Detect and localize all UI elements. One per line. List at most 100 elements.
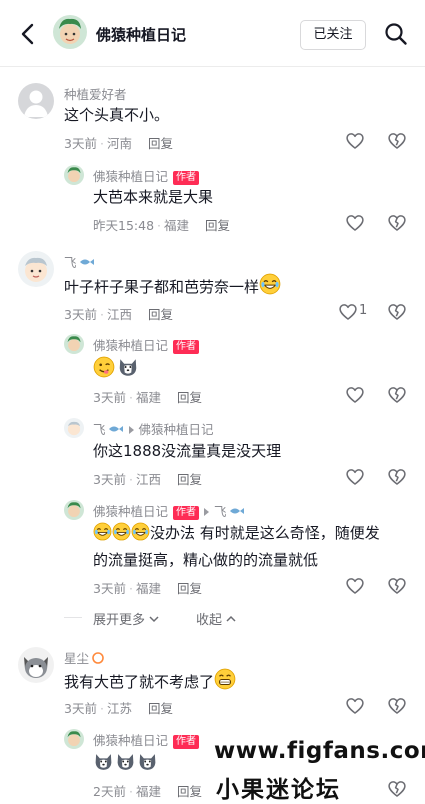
comment-location: 江西: [106, 307, 132, 322]
reply-meta: 3天前 · 江西 回复: [93, 472, 202, 487]
dislike-broken-heart-icon[interactable]: [387, 131, 407, 151]
comment-location: 江苏: [106, 701, 132, 716]
comment-location: 河南: [106, 136, 132, 151]
expand-divider: [64, 617, 82, 618]
reply-location: 福建: [135, 390, 161, 405]
reply-time: 3天前: [93, 581, 126, 596]
like-heart-icon[interactable]: [345, 467, 365, 487]
following-button[interactable]: 已关注: [300, 20, 366, 50]
reply-location: 福建: [164, 218, 190, 233]
reply-username[interactable]: 佛猿种植日记 作者: [93, 730, 200, 749]
reply-meta: 3天前 · 福建 回复: [93, 390, 202, 405]
dislike-broken-heart-icon[interactable]: [387, 385, 407, 405]
laugh-cry-emoji-icon: [93, 522, 112, 541]
grin-emoji-icon: [214, 668, 236, 690]
collapse-button[interactable]: 收起: [196, 609, 237, 628]
reply-text: 你这1888没流量真是没天理: [93, 442, 282, 460]
reply-button[interactable]: 回复: [177, 390, 202, 405]
like-heart-icon[interactable]: [345, 131, 365, 151]
avatar[interactable]: [64, 334, 84, 354]
fish-icon: [229, 508, 244, 514]
reply-text-part-1: 没办法 有时就是这么奇怪，随便发: [150, 524, 380, 542]
reply-username[interactable]: 佛猿种植日记 作者: [93, 335, 200, 354]
reply-time: 3天前: [93, 390, 126, 405]
reply-button[interactable]: 回复: [177, 784, 202, 799]
like-heart-icon[interactable]: [345, 576, 365, 596]
comment-username[interactable]: 星尘: [64, 648, 105, 667]
reply-meta: 3天前 · 福建 回复: [93, 581, 202, 596]
back-arrow-icon[interactable]: [14, 20, 42, 48]
reply-username-text[interactable]: 佛猿种植日记: [93, 169, 168, 184]
dislike-broken-heart-icon[interactable]: [387, 302, 407, 322]
dislike-broken-heart-icon[interactable]: [387, 696, 407, 716]
reply-button[interactable]: 回复: [148, 701, 173, 716]
reply-button[interactable]: 回复: [205, 218, 230, 233]
avatar[interactable]: [18, 83, 54, 119]
expand-more-label[interactable]: 展开更多: [93, 613, 145, 628]
like-heart-icon[interactable]: [338, 302, 358, 322]
husky-emoji-icon: [115, 751, 136, 772]
collapse-label[interactable]: 收起: [196, 613, 222, 628]
comment-username-text[interactable]: 星尘: [64, 651, 89, 666]
dislike-broken-heart-icon[interactable]: [387, 779, 407, 799]
reply-emoji-row: [93, 751, 158, 776]
fish-icon: [79, 259, 94, 265]
comment-username[interactable]: 飞: [64, 252, 95, 271]
comment-username[interactable]: 种植爱好者: [64, 84, 127, 103]
watermark-url: www.figfans.com: [214, 738, 425, 764]
search-icon[interactable]: [383, 21, 409, 47]
reply-username-text[interactable]: 飞: [93, 422, 106, 437]
reply-username[interactable]: 佛猿种植日记 作者: [93, 166, 200, 185]
author-badge: 作者: [173, 340, 200, 354]
avatar[interactable]: [18, 647, 54, 683]
reply-to-username[interactable]: 佛猿种植日记: [139, 422, 214, 437]
husky-emoji-icon: [117, 356, 139, 378]
reply-username[interactable]: 佛猿种植日记 作者飞: [93, 501, 245, 520]
like-heart-icon[interactable]: [345, 213, 365, 233]
reply-button[interactable]: 回复: [177, 581, 202, 596]
avatar[interactable]: [18, 251, 54, 287]
avatar[interactable]: [64, 500, 84, 520]
reply-location: 福建: [135, 581, 161, 596]
dislike-broken-heart-icon[interactable]: [387, 213, 407, 233]
husky-emoji-icon: [137, 751, 158, 772]
reply-text: 大芭本来就是大果: [93, 188, 214, 206]
comment-text-body: 我有大芭了就不考虑了: [64, 673, 215, 691]
reply-time: 昨天15:48: [93, 218, 155, 233]
reply-button[interactable]: 回复: [148, 136, 173, 151]
ring-icon: [92, 652, 104, 664]
comment-text: 叶子杆子果子都和芭劳奈一样: [64, 273, 281, 299]
reply-to-username[interactable]: 飞: [214, 504, 227, 519]
chevron-down-icon: [149, 616, 159, 623]
reply-text-line-2: 的流量挺高，精心做的的流量就低: [93, 551, 319, 569]
reply-username-text[interactable]: 佛猿种植日记: [93, 504, 168, 519]
reply-username[interactable]: 飞 佛猿种植日记: [93, 419, 214, 438]
header-divider: [0, 66, 425, 67]
wink-emoji-icon: [93, 356, 115, 378]
laugh-cry-emoji-icon: [259, 273, 281, 295]
like-heart-icon[interactable]: [345, 696, 365, 716]
like-heart-icon[interactable]: [345, 385, 365, 405]
reply-button[interactable]: 回复: [177, 472, 202, 487]
expand-more-button[interactable]: 展开更多: [93, 609, 160, 628]
dislike-broken-heart-icon[interactable]: [387, 576, 407, 596]
watermark-forum-name: 小果迷论坛: [216, 777, 341, 803]
author-badge: 作者: [173, 171, 200, 185]
dislike-broken-heart-icon[interactable]: [387, 467, 407, 487]
husky-emoji-icon: [93, 751, 114, 772]
comment-username-text[interactable]: 飞: [64, 255, 77, 270]
header-avatar[interactable]: [53, 15, 87, 49]
header-title[interactable]: 佛猿种植日记: [96, 24, 186, 45]
comment-meta: 3天前 · 河南 回复: [64, 136, 173, 151]
reply-text-line-1: 没办法 有时就是这么奇怪，随便发: [93, 522, 380, 545]
reply-username-text[interactable]: 佛猿种植日记: [93, 733, 168, 748]
avatar[interactable]: [64, 729, 84, 749]
reply-username-text[interactable]: 佛猿种植日记: [93, 338, 168, 353]
reply-to-arrow-icon: [204, 508, 210, 516]
avatar[interactable]: [64, 165, 84, 185]
reply-button[interactable]: 回复: [148, 307, 173, 322]
comment-text: 我有大芭了就不考虑了: [64, 668, 236, 694]
avatar[interactable]: [64, 418, 84, 438]
fish-icon: [108, 426, 123, 432]
reply-emoji-row: [93, 356, 139, 382]
